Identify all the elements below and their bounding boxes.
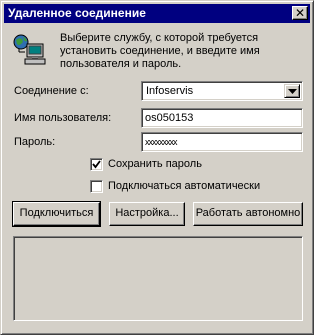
save-password-label[interactable]: Сохранить пароль <box>108 158 202 171</box>
title-bar[interactable]: Удаленное соединение ✕ <box>4 4 310 23</box>
password-label: Пароль: <box>14 136 55 149</box>
username-field[interactable]: os050153 <box>141 108 303 128</box>
chevron-down-icon <box>288 89 297 94</box>
connection-value: Infoservis <box>146 85 194 97</box>
save-password-checkbox[interactable] <box>90 158 103 171</box>
window-title: Удаленное соединение <box>8 6 146 20</box>
auto-connect-label[interactable]: Подключаться автоматически <box>108 180 260 193</box>
connection-label-text: Соединение с: <box>14 85 89 97</box>
work-offline-button[interactable]: Работать автономно <box>193 202 303 226</box>
connect-button[interactable]: Подключиться <box>12 201 101 227</box>
settings-button[interactable]: Настройка... <box>109 202 185 226</box>
checkmark-icon <box>92 160 101 169</box>
auto-connect-checkbox[interactable] <box>90 180 103 193</box>
dropdown-button[interactable] <box>284 84 300 98</box>
connection-label: Соединение с: <box>14 85 89 98</box>
password-field[interactable]: xxxxxxxxx <box>141 132 303 152</box>
close-button[interactable]: ✕ <box>292 6 308 20</box>
username-label: Имя пользователя: <box>14 112 111 125</box>
close-icon: ✕ <box>294 6 306 20</box>
status-panel <box>13 236 303 321</box>
network-computer-icon <box>13 34 46 65</box>
username-label-text: Имя пользователя: <box>14 112 112 124</box>
intro-text: Выберите службу, с которой требуется уст… <box>60 32 260 70</box>
connection-select[interactable]: Infoservis <box>141 81 303 101</box>
password-label-text: Пароль: <box>14 136 56 148</box>
remote-connection-dialog: Удаленное соединение ✕ Выберите службу, … <box>0 0 314 335</box>
